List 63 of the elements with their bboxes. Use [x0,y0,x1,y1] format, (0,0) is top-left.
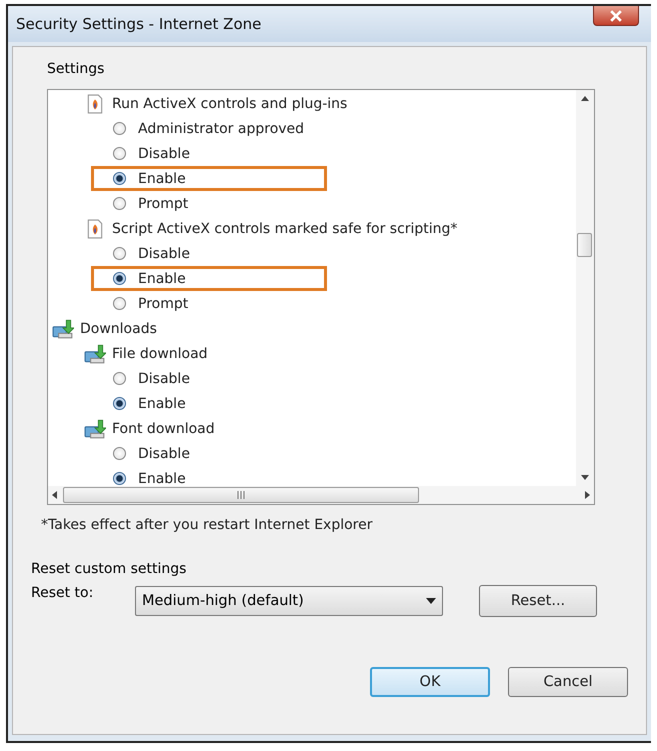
radio-button[interactable] [113,172,126,185]
radio-button[interactable] [113,122,126,135]
option-row[interactable]: Disable [91,441,327,466]
scroll-thumb[interactable] [577,233,592,257]
grip-icon [236,491,246,499]
scroll-down-icon[interactable] [581,475,589,480]
close-button[interactable] [593,6,639,26]
option-label: Prompt [138,296,188,312]
setting-label: Font download [112,420,215,436]
settings-tree[interactable] [47,89,595,505]
dropdown-caret-icon [426,598,436,604]
radio-button[interactable] [113,272,126,285]
scroll-thumb[interactable] [63,487,419,503]
option-label: Disable [138,246,190,262]
radio-button[interactable] [113,197,126,210]
option-row[interactable]: Enable [91,166,327,191]
option-label: Enable [138,470,186,486]
window-title: Security Settings - Internet Zone [16,15,262,33]
section-label: Reset custom settings [31,561,188,577]
option-row[interactable]: Enable [91,266,327,291]
option-label: Administrator approved [138,120,304,136]
option-label: Enable [138,170,186,186]
setting-label: Script ActiveX controls marked safe for scripting* [112,220,458,236]
option-label: Disable [138,146,190,162]
option-row[interactable]: Disable [91,366,327,391]
option-label: Prompt [138,196,188,212]
scroll-left-icon[interactable] [52,491,57,499]
radio-button[interactable] [113,247,126,260]
scroll-up-icon[interactable] [581,96,589,101]
radio-button[interactable] [113,297,126,310]
setting-label: File download [112,346,208,362]
dialog-button[interactable]: OK [370,667,490,697]
section-label: Settings [47,61,106,77]
radio-button[interactable] [113,397,126,410]
option-row[interactable]: Disable [91,141,327,166]
option-row[interactable]: Disable [91,241,327,266]
option-label: Disable [138,446,190,462]
download-icon [52,318,74,338]
scroll-right-icon[interactable] [585,491,590,499]
setting-label: Downloads [80,320,157,336]
radio-button[interactable] [113,147,126,160]
close-icon [610,10,622,22]
option-row[interactable]: Enable [91,466,327,486]
option-row[interactable]: Prompt [91,291,327,316]
download-icon [84,418,106,438]
radio-button[interactable] [113,472,126,485]
setting-label: Run ActiveX controls and plug-ins [112,96,348,112]
option-label: Enable [138,396,186,412]
radio-button[interactable] [113,372,126,385]
vertical-scrollbar[interactable] [576,90,594,486]
option-row[interactable]: Prompt [91,191,327,216]
reset-level-dropdown[interactable]: Medium-high (default) [135,586,443,616]
download-icon [84,344,106,364]
field-label: Reset to: [31,585,94,601]
footnote-text: *Takes effect after you restart Internet Explorer [41,517,374,533]
dialog-button[interactable]: Cancel [508,667,628,697]
radio-button[interactable] [113,447,126,460]
option-row[interactable]: Administrator approved [91,116,327,141]
reset-button[interactable]: Reset... [479,585,597,617]
option-label: Enable [138,270,186,286]
option-label: Disable [138,370,190,386]
option-row[interactable]: Enable [91,391,327,416]
horizontal-scrollbar[interactable] [48,486,594,504]
